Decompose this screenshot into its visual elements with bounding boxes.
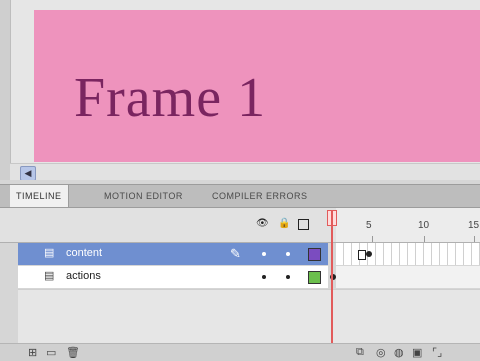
ruler-number: 10 (418, 220, 430, 231)
onion-outline-icon[interactable]: ◍ (394, 346, 404, 359)
layer-label-area[interactable]: ▤ actions (18, 266, 328, 288)
layer-icon: ▤ (44, 270, 55, 282)
ruler-number: 5 (366, 220, 372, 231)
scroll-left-icon[interactable]: ◀ (20, 166, 36, 181)
layer-row-content[interactable]: ▤ content ✎ (0, 243, 480, 265)
outline-icon[interactable] (298, 219, 309, 230)
tab-motion-editor[interactable]: MOTION EDITOR (98, 185, 189, 207)
keyframe-icon[interactable] (366, 251, 372, 257)
stage-scrollbar[interactable]: ◀ (10, 163, 480, 181)
layer-icon: ▤ (44, 247, 55, 259)
ruler-number: 15 (468, 220, 480, 231)
ruler-tick (474, 236, 475, 242)
stage-area: Frame 1 ◀ (0, 0, 480, 181)
panel-tabs: TIMELINE MOTION EDITOR COMPILER ERRORS (0, 184, 480, 208)
delete-layer-icon[interactable]: 🗑 (66, 346, 80, 359)
edit-multiple-frames-icon[interactable]: ▣ (412, 346, 422, 359)
frame-ruler[interactable]: 5 10 15 (336, 208, 480, 242)
outline-color-box[interactable] (308, 248, 321, 261)
lock-dot[interactable] (286, 252, 290, 256)
ruler-tick (424, 236, 425, 242)
lock-dot[interactable] (286, 275, 290, 279)
empty-layer-area (18, 289, 480, 344)
outline-color-box[interactable] (308, 271, 321, 284)
timeline-header: 👁 🔒 5 10 15 (0, 208, 480, 243)
frame-cells[interactable] (330, 266, 480, 288)
onion-markers-icon[interactable]: ⌜⌟ (432, 346, 442, 359)
stage-canvas[interactable]: Frame 1 (34, 10, 480, 162)
tools-edge (0, 0, 11, 180)
ruler-tick (372, 236, 373, 242)
visibility-dot[interactable] (262, 275, 266, 279)
layer-name[interactable]: content (66, 247, 102, 259)
layer-label-area[interactable]: ▤ content ✎ (18, 243, 328, 265)
center-frame-icon[interactable]: ⧉ (356, 346, 364, 359)
new-folder-icon[interactable]: ▭ (46, 346, 56, 359)
onion-skin-icon[interactable]: ◎ (376, 346, 386, 359)
layer-row-actions[interactable]: ▤ actions (0, 266, 480, 288)
empty-keyframe-icon[interactable] (358, 250, 366, 260)
tab-timeline[interactable]: TIMELINE (10, 185, 69, 207)
layer-name[interactable]: actions (66, 270, 101, 282)
eye-icon[interactable]: 👁 (256, 219, 269, 229)
visibility-dot[interactable] (262, 252, 266, 256)
frame-cells[interactable] (336, 243, 480, 265)
tab-compiler-errors[interactable]: COMPILER ERRORS (206, 185, 314, 207)
lock-icon[interactable]: 🔒 (278, 219, 290, 229)
pencil-icon: ✎ (230, 246, 241, 261)
playhead-line[interactable] (331, 210, 333, 360)
timeline-footer: ⊞ ▭ 🗑 ⧉ ◎ ◍ ▣ ⌜⌟ (0, 343, 480, 361)
timeline-panel: TIMELINE MOTION EDITOR COMPILER ERRORS 👁… (0, 180, 480, 361)
new-layer-icon[interactable]: ⊞ (28, 346, 37, 359)
stage-text[interactable]: Frame 1 (74, 66, 266, 130)
